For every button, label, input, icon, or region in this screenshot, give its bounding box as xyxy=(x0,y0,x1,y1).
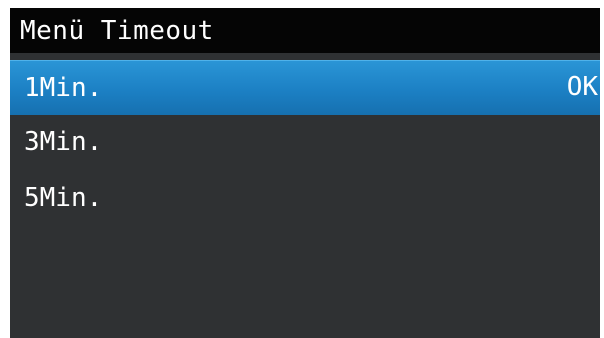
menu-item-label: 1Min. xyxy=(24,73,103,103)
menu-item-5min[interactable]: 5Min. xyxy=(10,171,600,227)
ok-status-indicator: OK xyxy=(566,72,598,102)
screen-title: Menü Timeout xyxy=(20,16,214,46)
menu-item-3min[interactable]: 3Min. xyxy=(10,115,600,171)
menu-list: 1Min. OK 3Min. 5Min. xyxy=(10,60,600,227)
menu-item-label: 3Min. xyxy=(24,127,103,157)
lcd-screen: Menü Timeout 1Min. OK 3Min. 5Min. xyxy=(10,8,600,338)
menu-item-1min[interactable]: 1Min. OK xyxy=(10,60,600,115)
menu-item-label: 5Min. xyxy=(24,183,103,213)
title-bar: Menü Timeout xyxy=(10,8,600,53)
